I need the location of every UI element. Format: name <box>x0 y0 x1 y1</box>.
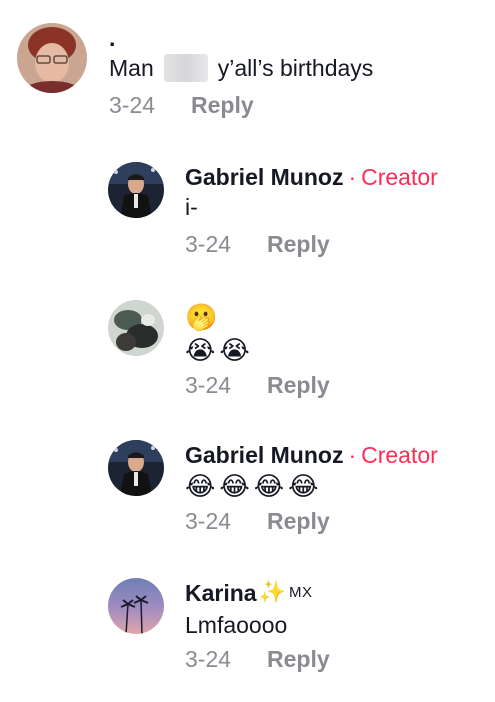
username-line: Gabriel Munoz · Creator <box>185 162 438 192</box>
comment-meta: 3-24 Reply <box>185 506 438 536</box>
username: Karina <box>185 580 257 606</box>
crying-face-emoji: 😭 <box>185 336 216 366</box>
comment-emoji-line: 😂 😂 😂 😂 <box>185 472 438 502</box>
laughing-tears-emoji: 😂 <box>253 472 285 502</box>
creator-separator: · <box>348 164 357 190</box>
reply-button[interactable]: Reply <box>267 229 330 259</box>
creator-badge: Creator <box>361 164 438 190</box>
username-suffix: MX <box>289 584 313 601</box>
avatar[interactable] <box>108 300 164 356</box>
comment-date: 3-24 <box>185 372 232 398</box>
comment-meta: 3-24 Reply <box>185 370 330 400</box>
comment-body: . Man y’all’s birthdays 3-24 Reply <box>109 23 373 120</box>
comment-meta: 3-24 Reply <box>109 90 373 120</box>
avatar[interactable] <box>17 23 87 93</box>
comment-date: 3-24 <box>185 508 232 534</box>
username[interactable]: Gabriel Munoz <box>185 440 343 470</box>
comment-date: 3-24 <box>185 231 232 257</box>
crying-face-emoji: 😭 <box>219 336 250 366</box>
comment-text: Man y’all’s birthdays <box>109 54 374 82</box>
comment-4: Gabriel Munoz · Creator 😂 😂 😂 😂 3-24 Rep… <box>108 440 438 536</box>
laughing-tears-emoji: 😂 <box>288 472 319 502</box>
username-line: Gabriel Munoz · Creator <box>185 440 438 470</box>
laughing-tears-emoji: 😂 <box>185 472 216 502</box>
reply-button[interactable]: Reply <box>191 90 254 120</box>
comment-emoji-line-2: 😭 😭 <box>185 336 330 366</box>
reply-button[interactable]: Reply <box>267 506 330 536</box>
avatar[interactable] <box>108 578 164 634</box>
comment-3: 🫢 😭 😭 3-24 Reply <box>108 300 330 400</box>
comment-5: Karina ✨ MX Lmfaoooo 3-24 Reply <box>108 578 330 674</box>
reply-button[interactable]: Reply <box>267 644 330 674</box>
comment-emoji-line-1: 🫢 <box>185 303 330 333</box>
reply-button[interactable]: Reply <box>267 370 330 400</box>
comment-text: Lmfaoooo <box>185 612 288 638</box>
comment-body: Gabriel Munoz · Creator i- 3-24 Reply <box>185 162 438 259</box>
username-line[interactable]: Karina ✨ MX <box>185 578 330 608</box>
censored-blur <box>163 54 208 82</box>
username[interactable]: . <box>109 23 373 53</box>
comment-meta: 3-24 Reply <box>185 644 330 674</box>
comment-text: i- <box>185 194 198 220</box>
comment-body: Gabriel Munoz · Creator 😂 😂 😂 😂 3-24 Rep… <box>185 440 438 536</box>
comment-date: 3-24 <box>109 92 156 118</box>
creator-badge: Creator <box>361 442 438 468</box>
avatar[interactable] <box>108 162 164 218</box>
sparkles-emoji: ✨ <box>258 580 286 605</box>
comment-body: 🫢 😭 😭 3-24 Reply <box>185 300 330 400</box>
creator-separator: · <box>348 442 357 468</box>
comment-1: . Man y’all’s birthdays 3-24 Reply <box>17 23 373 120</box>
laughing-tears-emoji: 😂 <box>219 472 250 502</box>
avatar[interactable] <box>108 440 164 496</box>
comment-meta: 3-24 Reply <box>185 229 438 259</box>
comment-2: Gabriel Munoz · Creator i- 3-24 Reply <box>108 162 438 259</box>
username[interactable]: Gabriel Munoz <box>185 162 343 192</box>
face-peeking-emoji: 🫢 <box>185 303 218 333</box>
comment-body: Karina ✨ MX Lmfaoooo 3-24 Reply <box>185 578 330 674</box>
comment-date: 3-24 <box>185 646 232 672</box>
